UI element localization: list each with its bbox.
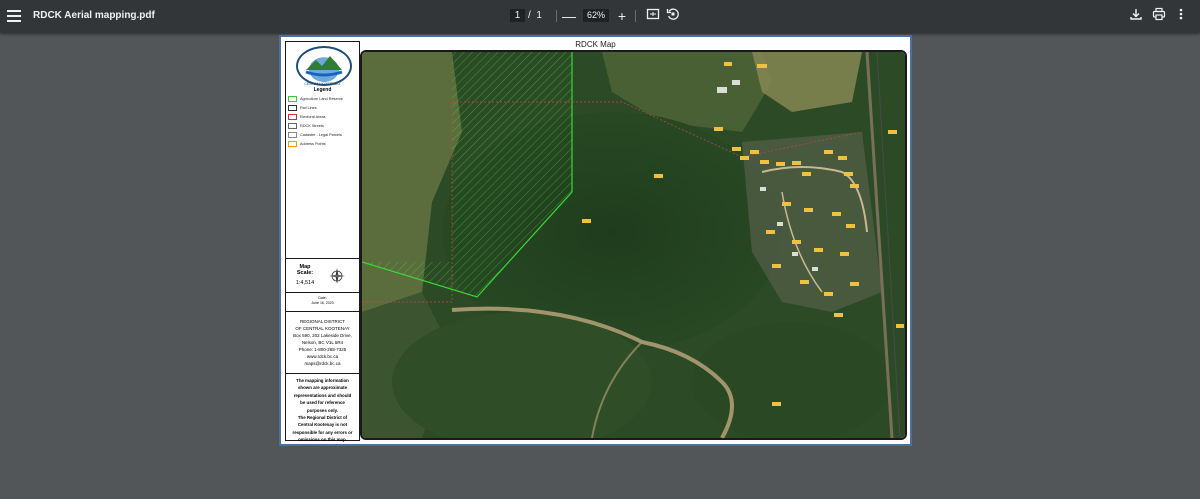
toolbar-divider [556,10,557,22]
zoom-in-button[interactable]: + [613,7,631,25]
more-options-button[interactable] [1172,7,1190,25]
legend-label: Rail Lines [300,106,317,110]
fit-page-icon [646,8,660,20]
disclaimer-line: purposes only. [307,407,338,413]
total-pages: 1 [536,10,542,21]
sidebar-divider [286,258,359,259]
address-line: OF CENTRAL KOOTENAY [295,326,350,331]
map-sidebar: CENTRAL KOOTENAY Legend Agriculture Land… [285,41,360,444]
legend-swatch [288,105,297,111]
date-label: Date: [318,296,327,300]
current-page-input[interactable]: 1 [510,9,525,22]
more-vert-icon [1179,8,1183,20]
aerial-map[interactable] [360,50,907,440]
print-button[interactable] [1150,7,1168,25]
scale-label: Map Scale: [290,264,320,276]
aerial-image [362,52,905,438]
address-line: www.rdck.bc.ca [306,354,339,359]
logo-text: CENTRAL KOOTENAY [304,82,341,86]
date-value: June 16, 2023 [311,301,334,305]
legend-swatch [288,114,297,120]
legend-item: Address Points [288,140,358,148]
zoom-out-button[interactable]: — [560,7,578,25]
legend-swatch [288,141,297,147]
disclaimer-line: The Regional District of [297,415,348,421]
file-name: RDCK Aerial mapping.pdf [33,10,155,21]
rdck-address: REGIONAL DISTRICT OF CENTRAL KOOTENAY Bo… [286,318,359,367]
zoom-level-input[interactable]: 62% [583,9,609,22]
disclaimer-line: shown are approximate [297,385,348,391]
legend-swatch [288,96,297,102]
sidebar-divider [286,311,359,312]
disclaimer-line: responsible for any errors or [292,429,353,435]
logo-mountains-icon [305,56,343,77]
download-button[interactable] [1127,7,1145,25]
address-line: Phone: 1-800-268-7325 [298,347,347,352]
menu-icon[interactable] [7,8,21,24]
legend-label: RDCK Streets [300,124,324,128]
page-separator: / [528,10,531,21]
fit-page-button[interactable] [644,7,662,25]
rdck-logo [296,46,352,86]
legend-swatch [288,132,297,138]
north-arrow-icon [329,268,345,284]
rotate-button[interactable] [664,7,682,25]
pdf-page: RDCK Map CENTRAL KOOTENAY Legend Agricul… [279,35,912,446]
pdf-toolbar: RDCK Aerial mapping.pdf 1 / 1 — 62% + [0,0,1200,33]
sidebar-divider [286,292,359,293]
toolbar-divider [635,10,636,22]
address-line: Box 590, 202 Lakeside Drive, [293,333,352,338]
scale-label-line2: Scale: [296,270,314,276]
legend-label: Cadastre - Legal Parcels [300,133,342,137]
disclaimer-line: omissions on this map. [298,437,347,443]
disclaimer: The mapping information shown are approx… [287,377,358,444]
rotate-icon [666,8,679,20]
legend-title: Legend [313,87,332,93]
legend-label: Electoral Areas [300,115,326,119]
scale-value: 1:4,514 [295,280,315,286]
legend-item: Agriculture Land Reserve [288,95,358,103]
download-icon [1130,9,1142,20]
legend-label: Address Points [300,142,326,146]
legend-item: RDCK Streets [288,122,358,130]
disclaimer-line: be used for reference [300,400,345,406]
disclaimer-line: Central Kootenay is not [297,422,348,428]
address-line: REGIONAL DISTRICT [299,319,346,324]
address-line: maps@rdck.bc.ca [304,361,341,366]
map-title: RDCK Map [575,40,616,49]
disclaimer-line: The mapping information [296,378,349,383]
sidebar-divider [286,373,359,374]
legend-item: Rail Lines [288,104,358,112]
print-icon [1152,7,1166,21]
legend-item: Cadastre - Legal Parcels [288,131,358,139]
address-line: Nelson, BC V1L 5R4 [301,340,344,345]
legend-item: Electoral Areas [288,113,358,121]
legend-label: Agriculture Land Reserve [300,97,343,101]
page-count: / 1 [528,10,542,21]
legend-swatch [288,123,297,129]
disclaimer-line: representations and should [293,392,352,398]
